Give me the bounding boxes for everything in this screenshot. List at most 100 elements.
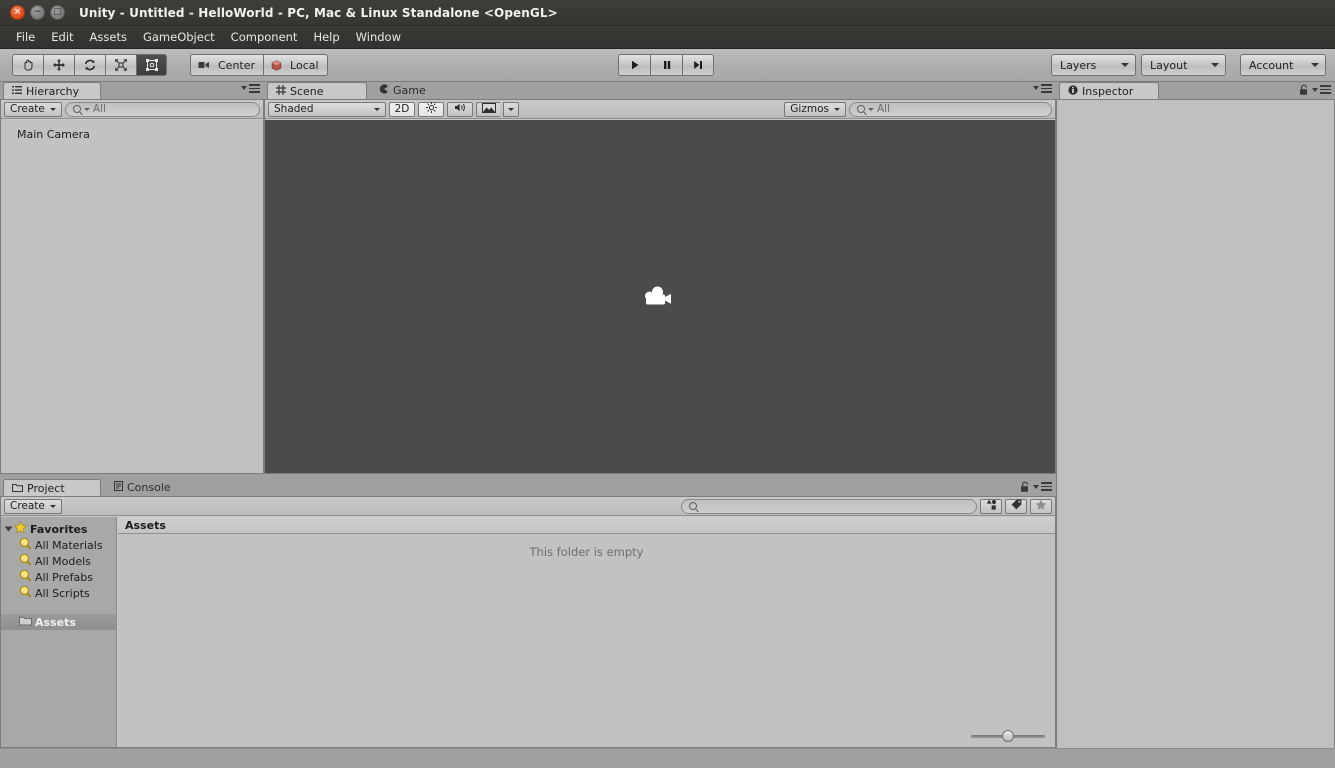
rect-tool-button[interactable]: [136, 54, 167, 76]
tree-favorites-root[interactable]: Favorites: [1, 520, 116, 537]
inspector-menu-button[interactable]: [1312, 85, 1331, 94]
filter-by-type-button[interactable]: [980, 498, 1002, 514]
pivot-mode-button[interactable]: Center: [190, 54, 264, 76]
maximize-window-button[interactable]: □: [50, 5, 65, 20]
project-tree[interactable]: Favorites All Materials All Models All P…: [1, 517, 117, 747]
chevron-down-icon: [49, 107, 56, 111]
account-dropdown[interactable]: Account: [1240, 54, 1326, 76]
filter-by-label-button[interactable]: [1005, 498, 1027, 514]
hierarchy-list[interactable]: Main Camera: [1, 120, 263, 473]
scene-tab-label: Scene: [290, 84, 324, 98]
layout-dropdown[interactable]: Layout: [1141, 54, 1226, 76]
slider-handle[interactable]: [1002, 730, 1014, 742]
effects-toggle-button[interactable]: [476, 101, 500, 117]
chevron-down-icon: [868, 107, 874, 111]
close-window-button[interactable]: ×: [10, 5, 25, 20]
project-content[interactable]: Assets This folder is empty: [118, 517, 1055, 747]
rect-transform-icon: [145, 58, 159, 72]
tab-game[interactable]: Game: [371, 82, 436, 99]
tree-all-materials[interactable]: All Materials: [1, 537, 116, 553]
2d-toggle-button[interactable]: 2D: [389, 101, 415, 117]
tab-scene[interactable]: Scene: [267, 82, 367, 99]
hierarchy-create-button[interactable]: Create: [4, 101, 62, 117]
menu-help[interactable]: Help: [305, 28, 347, 46]
rotate-tool-button[interactable]: [74, 54, 105, 76]
filter-favorites-button[interactable]: [1030, 498, 1052, 514]
scene-viewport[interactable]: [265, 120, 1055, 473]
thumbnail-size-slider[interactable]: [969, 729, 1047, 743]
tree-all-models[interactable]: All Models: [1, 553, 116, 569]
project-tab-label: Project: [27, 481, 65, 495]
chevron-down-icon: [1121, 63, 1129, 67]
tree-assets-folder[interactable]: Assets: [1, 614, 116, 630]
inspector-header-icons: [1299, 84, 1331, 95]
tree-all-prefabs[interactable]: All Prefabs: [1, 569, 116, 585]
inspector-panel: Inspector: [1056, 82, 1335, 768]
move-icon: [52, 58, 66, 72]
game-pacman-icon: [379, 84, 389, 97]
move-tool-button[interactable]: [43, 54, 74, 76]
scene-menu-button[interactable]: [1033, 84, 1052, 93]
menu-edit[interactable]: Edit: [43, 28, 81, 46]
rotation-mode-label: Local: [290, 58, 319, 72]
hierarchy-item-main-camera[interactable]: Main Camera: [1, 126, 263, 142]
play-button[interactable]: [618, 54, 650, 76]
menu-window[interactable]: Window: [348, 28, 409, 46]
menu-bar: File Edit Assets GameObject Component He…: [0, 26, 1335, 49]
menu-component[interactable]: Component: [223, 28, 306, 46]
menu-icon: [1041, 482, 1052, 491]
gizmos-dropdown[interactable]: Gizmos: [784, 101, 846, 117]
window-controls: × − □: [0, 5, 65, 20]
scene-toolbar: Shaded 2D Gizmos All: [265, 100, 1055, 119]
main-camera-gizmo[interactable]: [643, 282, 677, 311]
project-header-icons: [1020, 481, 1052, 492]
layers-dropdown[interactable]: Layers: [1051, 54, 1136, 76]
hierarchy-search-input[interactable]: All: [64, 101, 260, 117]
project-search-input[interactable]: [681, 498, 977, 514]
chevron-down-icon: [49, 504, 56, 508]
scale-tool-button[interactable]: [105, 54, 136, 76]
effects-dropdown-button[interactable]: [503, 101, 519, 117]
tab-console[interactable]: Console: [106, 479, 181, 496]
tab-hierarchy[interactable]: Hierarchy: [3, 82, 101, 99]
menu-file[interactable]: File: [8, 28, 43, 46]
minimize-window-button[interactable]: −: [30, 5, 45, 20]
project-tabrow: Project Console: [0, 479, 1056, 496]
favorites-label: Favorites: [30, 522, 88, 536]
inspector-tab-label: Inspector: [1082, 84, 1134, 98]
create-label: Create: [10, 103, 45, 115]
menu-gameobject[interactable]: GameObject: [135, 28, 223, 46]
status-bar: [0, 748, 1335, 768]
tree-all-scripts[interactable]: All Scripts: [1, 585, 116, 601]
rotation-mode-button[interactable]: Local: [263, 54, 328, 76]
chevron-down-icon: [374, 107, 380, 111]
playback-controls: [618, 54, 714, 76]
chevron-down-icon: [1311, 63, 1319, 67]
lock-icon[interactable]: [1020, 481, 1029, 492]
project-menu-button[interactable]: [1033, 482, 1052, 491]
hierarchy-icon: [12, 85, 22, 98]
hand-tool-button[interactable]: [12, 54, 43, 76]
shading-mode-dropdown[interactable]: Shaded: [268, 101, 386, 117]
hierarchy-toolbar: Create All: [1, 100, 263, 119]
scene-search-input[interactable]: All: [849, 101, 1052, 117]
hierarchy-menu-button[interactable]: [241, 84, 260, 93]
hierarchy-header-icons: [241, 84, 260, 93]
tab-project[interactable]: Project: [3, 479, 101, 496]
project-panel: Project Console Create Favorites All Mat…: [0, 479, 1056, 748]
sun-icon: [425, 102, 437, 116]
step-button[interactable]: [682, 54, 714, 76]
star-icon: [1035, 499, 1047, 514]
expand-triangle-icon[interactable]: [4, 526, 13, 532]
lighting-toggle-button[interactable]: [418, 101, 444, 117]
lock-icon[interactable]: [1299, 84, 1308, 95]
tab-inspector[interactable]: Inspector: [1059, 82, 1159, 99]
layers-label: Layers: [1060, 58, 1097, 72]
project-create-button[interactable]: Create: [4, 498, 62, 514]
pause-button[interactable]: [650, 54, 682, 76]
menu-assets[interactable]: Assets: [82, 28, 135, 46]
tag-icon: [1011, 499, 1022, 513]
audio-toggle-button[interactable]: [447, 101, 473, 117]
pivot-mode-label: Center: [218, 58, 256, 72]
menu-icon: [1041, 84, 1052, 93]
